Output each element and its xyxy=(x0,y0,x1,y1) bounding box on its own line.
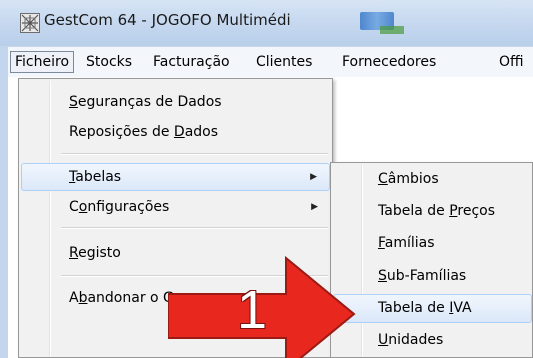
menu-item-accesskey: C xyxy=(378,171,388,187)
title-bar: GestCom 64 - JOGOFO Multimédi xyxy=(0,0,533,46)
menu-item-configuracoes[interactable]: Configurações ▶ xyxy=(21,193,330,221)
title-decoration xyxy=(380,26,404,34)
menu-fornecedores[interactable]: Fornecedores xyxy=(338,52,440,72)
menu-item-label: VA xyxy=(453,300,472,316)
menu-stocks[interactable]: Stocks xyxy=(82,52,136,72)
menu-item-label: ub-Famílias xyxy=(386,268,467,284)
menu-facturacao[interactable]: Facturação xyxy=(149,52,234,72)
menu-item-tabelas[interactable]: Tabelas ▶ xyxy=(21,163,330,191)
menu-item-label: abelas xyxy=(75,169,122,185)
menu-item-label: egisto xyxy=(78,245,121,261)
menu-separator xyxy=(61,153,328,155)
submenu-item-tabela-de-precos[interactable]: Tabela de Preços xyxy=(333,197,532,226)
menu-item-accesskey: U xyxy=(378,332,389,348)
menu-item-label: C xyxy=(69,199,79,215)
window-title: GestCom 64 - JOGOFO Multimédi xyxy=(44,11,291,29)
submenu-item-sub-familias[interactable]: Sub-Famílias xyxy=(333,262,532,291)
menu-item-label: Tabela de xyxy=(378,300,450,316)
menu-item-label: Reposições de xyxy=(69,124,174,140)
menu-separator xyxy=(61,227,328,229)
menu-item-accesskey: D xyxy=(173,124,185,140)
submenu-arrow-icon: ▶ xyxy=(311,202,318,212)
menu-item-accesskey: S xyxy=(378,268,387,284)
menu-item-accesskey: F xyxy=(378,235,385,251)
tabelas-submenu: Câmbios Tabela de Preços Famílias Sub-Fa… xyxy=(330,162,533,358)
menu-ficheiro[interactable]: Ficheiro xyxy=(10,51,75,73)
callout-step-number: 1 xyxy=(236,280,268,340)
menu-item-label: nidades xyxy=(388,332,444,348)
submenu-arrow-icon: ▶ xyxy=(310,172,317,182)
menu-item-label: amílias xyxy=(384,235,435,251)
menu-item-label: Tabela de xyxy=(378,203,450,219)
submenu-item-cambios[interactable]: Câmbios xyxy=(333,165,532,194)
menu-item-segurancas-de-dados[interactable]: Seguranças de Dados xyxy=(21,88,330,116)
menu-item-label: eguranças de Dados xyxy=(77,94,222,110)
menu-item-label: ados xyxy=(184,124,219,140)
submenu-item-tabela-de-iva[interactable]: Tabela de IVA xyxy=(333,294,532,323)
menu-item-label: A xyxy=(69,290,79,306)
menu-item-label: âmbios xyxy=(387,171,439,187)
app-icon xyxy=(20,13,40,33)
menu-clientes[interactable]: Clientes xyxy=(252,52,316,72)
menu-item-label: reços xyxy=(457,203,496,219)
submenu-item-unidades[interactable]: Unidades xyxy=(333,326,532,355)
menu-item-label: nfigurações xyxy=(87,199,170,215)
window-frame-left xyxy=(0,46,8,358)
menu-item-reposicoes-de-dados[interactable]: Reposições de Dados xyxy=(21,118,330,146)
menu-offi[interactable]: Offi xyxy=(495,52,528,72)
menu-item-accesskey: R xyxy=(69,245,79,261)
menu-item-accesskey: S xyxy=(69,94,78,110)
submenu-item-familias[interactable]: Famílias xyxy=(333,229,532,258)
menu-bar: Ficheiro Stocks Facturação Clientes Forn… xyxy=(8,46,533,78)
